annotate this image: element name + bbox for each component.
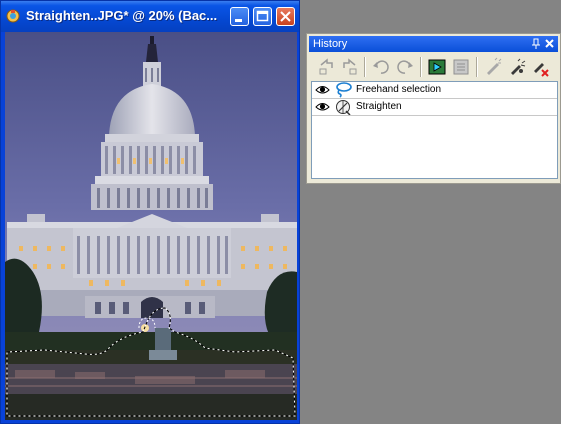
close-icon[interactable]: [544, 38, 555, 50]
undo-to-here-icon[interactable]: [317, 57, 337, 77]
document-titlebar[interactable]: Straighten..JPG* @ 20% (Bac...: [1, 1, 299, 32]
command-play-icon[interactable]: [427, 57, 447, 77]
history-item-freehand-selection[interactable]: Freehand selection: [312, 82, 557, 99]
history-toolbar: [309, 54, 558, 80]
maximize-button[interactable]: [253, 7, 272, 26]
undo-icon[interactable]: [371, 57, 391, 77]
history-titlebar[interactable]: History: [309, 36, 558, 52]
history-title: History: [313, 38, 348, 50]
toolbar-separator: [420, 57, 422, 77]
delete-history-icon[interactable]: [507, 57, 527, 77]
straighten-icon: [336, 100, 351, 115]
history-list[interactable]: Freehand selection Straighten: [311, 81, 558, 179]
pin-icon[interactable]: [531, 38, 541, 50]
history-item-straighten[interactable]: Straighten: [312, 99, 557, 116]
history-palette: History Freehand selection Straighten: [306, 33, 561, 184]
eye-icon[interactable]: [315, 84, 330, 95]
redo-icon[interactable]: [395, 57, 415, 77]
capitol-photo: [5, 32, 297, 420]
clear-command-icon[interactable]: [483, 57, 503, 77]
close-icon: [280, 11, 291, 22]
minimize-icon: [235, 19, 242, 22]
close-button[interactable]: [276, 7, 295, 26]
history-item-label: Straighten: [356, 101, 402, 112]
eye-icon[interactable]: [315, 101, 330, 112]
freehand-lasso-icon: [336, 82, 352, 98]
maximize-icon: [256, 10, 269, 22]
app-icon: [6, 9, 20, 23]
toolbar-separator: [364, 57, 366, 77]
toolbar-separator: [476, 57, 478, 77]
document-title: Straighten..JPG* @ 20% (Bac...: [26, 8, 218, 23]
minimize-button[interactable]: [230, 7, 249, 26]
clear-history-icon[interactable]: [531, 57, 551, 77]
image-document-window: Straighten..JPG* @ 20% (Bac...: [0, 0, 300, 424]
image-canvas[interactable]: [5, 32, 297, 420]
quickscript-icon[interactable]: [451, 57, 471, 77]
redo-to-here-icon[interactable]: [339, 57, 359, 77]
history-item-label: Freehand selection: [356, 84, 442, 95]
